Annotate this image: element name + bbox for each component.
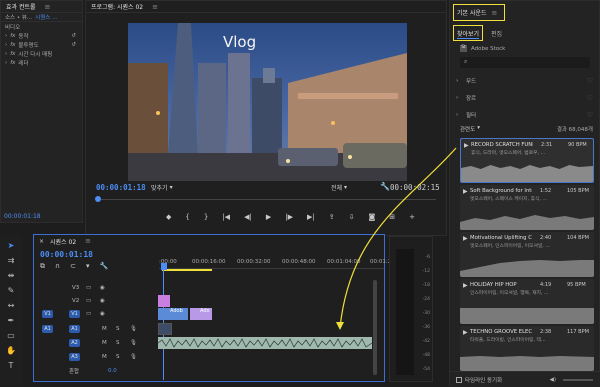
annotation-arrow <box>336 147 457 330</box>
